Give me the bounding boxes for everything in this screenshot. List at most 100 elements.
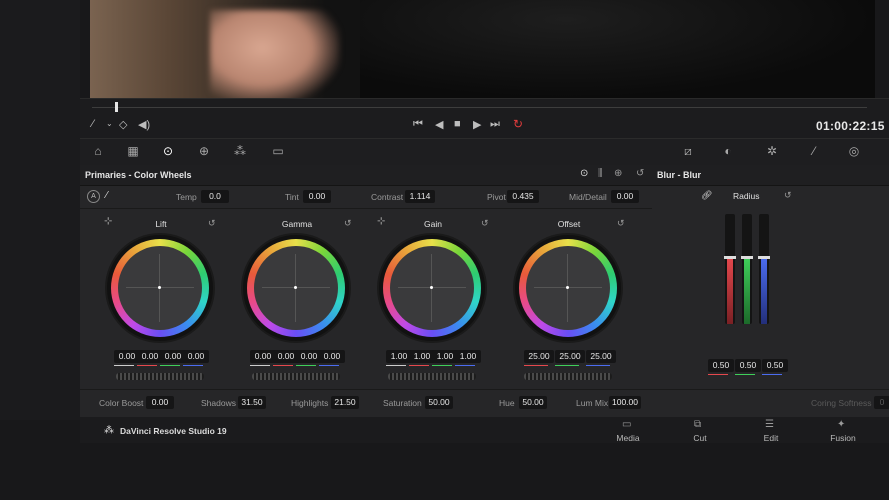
curves-icon[interactable]: ⧄ bbox=[680, 144, 696, 158]
hdr-wheels-icon[interactable]: ⊕ bbox=[196, 144, 212, 158]
volume-icon[interactable]: ◀) bbox=[138, 118, 150, 131]
color-boost-field[interactable]: 0.00 bbox=[146, 396, 174, 409]
blur-panel bbox=[652, 165, 889, 417]
color-match-icon[interactable]: ▦ bbox=[125, 144, 141, 158]
eyedropper-icon[interactable]: ⁄ bbox=[92, 118, 94, 130]
page-tab-media[interactable]: Media bbox=[608, 433, 648, 443]
playhead[interactable] bbox=[115, 102, 118, 112]
video-viewer[interactable] bbox=[90, 0, 875, 98]
reset-icon[interactable]: ↺ bbox=[208, 218, 216, 229]
media-page-icon[interactable]: ▭ bbox=[622, 419, 631, 430]
lift-blue-field[interactable]: 0.00 bbox=[183, 350, 209, 363]
shadows-label: Shadows bbox=[201, 398, 236, 408]
page-tab-edit[interactable]: Edit bbox=[751, 433, 791, 443]
chevron-down-icon[interactable]: ⌄ bbox=[106, 119, 113, 128]
color-wheels-icon[interactable]: ⊙ bbox=[160, 144, 176, 158]
crosshair-icon[interactable]: ⊹ bbox=[377, 216, 385, 227]
bars-mode-icon[interactable]: ⫼ bbox=[598, 168, 603, 179]
motion-effects-icon[interactable]: ▭ bbox=[270, 144, 286, 158]
lum-mix-field[interactable]: 100.00 bbox=[609, 396, 641, 409]
underline-green bbox=[432, 365, 452, 366]
rgb-mixer-icon[interactable]: ⁂ bbox=[232, 144, 248, 158]
loop-icon[interactable]: ↻ bbox=[513, 117, 523, 131]
reset-icon[interactable]: ↺ bbox=[481, 218, 489, 229]
reset-icon[interactable]: ↺ bbox=[784, 190, 792, 201]
underline-green bbox=[160, 365, 180, 366]
fusion-page-icon[interactable]: ✦ bbox=[837, 419, 845, 430]
stop-icon[interactable]: ■ bbox=[454, 118, 461, 130]
reverse-play-icon[interactable]: ◀ bbox=[435, 118, 443, 131]
picker-icon[interactable]: ⁄ bbox=[106, 190, 108, 201]
offset-blue-field[interactable]: 25.00 bbox=[586, 350, 616, 363]
shadows-field[interactable]: 31.50 bbox=[238, 396, 266, 409]
underline-blue bbox=[455, 365, 475, 366]
underline-red bbox=[273, 365, 293, 366]
temp-field[interactable]: 0.0 bbox=[201, 190, 229, 203]
davinci-logo-icon: ⁂ bbox=[104, 425, 114, 436]
offset-color-wheel[interactable] bbox=[515, 235, 621, 341]
hue-field[interactable]: 50.00 bbox=[519, 396, 547, 409]
lift-master-wheel[interactable] bbox=[116, 373, 204, 380]
page-tab-fusion[interactable]: Fusion bbox=[823, 433, 863, 443]
edit-page-icon[interactable]: ☰ bbox=[765, 419, 774, 430]
gain-color-wheel[interactable] bbox=[379, 235, 485, 341]
divider bbox=[652, 389, 889, 390]
offset-master-wheel[interactable] bbox=[524, 373, 612, 380]
offset-green-field[interactable]: 25.00 bbox=[555, 350, 585, 363]
left-strip bbox=[0, 0, 80, 420]
offset-red-field[interactable]: 25.00 bbox=[524, 350, 554, 363]
lift-wheel-title: Lift bbox=[155, 219, 167, 229]
tracker-icon[interactable]: ◎ bbox=[846, 144, 862, 158]
mid-detail-field[interactable]: 0.00 bbox=[611, 190, 639, 203]
reset-all-icon[interactable]: ↺ bbox=[636, 168, 644, 179]
link-icon[interactable]: 🔗︎ bbox=[701, 190, 712, 201]
coring-softness-field[interactable]: 0 bbox=[874, 396, 889, 409]
highlights-field[interactable]: 21.50 bbox=[331, 396, 359, 409]
qualifier-icon[interactable]: ✲ bbox=[764, 144, 780, 158]
wheels-mode-icon[interactable]: ⊙ bbox=[580, 168, 588, 179]
underline-master bbox=[386, 365, 406, 366]
tint-label: Tint bbox=[285, 192, 299, 202]
cut-page-icon[interactable]: ⧉ bbox=[694, 419, 701, 430]
radius-blue-slider[interactable] bbox=[758, 214, 770, 324]
pivot-field[interactable]: 0.435 bbox=[507, 190, 539, 203]
radius-green-field[interactable]: 0.50 bbox=[735, 359, 761, 372]
crosshair-icon[interactable]: ⊹ bbox=[104, 216, 112, 227]
gain-master-wheel[interactable] bbox=[388, 373, 476, 380]
offset-wheel-title: Offset bbox=[557, 219, 581, 229]
radius-green-slider[interactable] bbox=[741, 214, 753, 324]
color-boost-label: Color Boost bbox=[99, 398, 144, 408]
first-frame-icon[interactable]: ⏮ bbox=[413, 118, 423, 131]
reset-icon[interactable]: ↺ bbox=[344, 218, 352, 229]
log-mode-icon[interactable]: ⊕ bbox=[614, 168, 622, 179]
contrast-field[interactable]: 1.114 bbox=[405, 190, 435, 203]
tint-field[interactable]: 0.00 bbox=[303, 190, 331, 203]
play-icon[interactable]: ▶ bbox=[473, 118, 481, 131]
last-frame-icon[interactable]: ⏭ bbox=[490, 118, 500, 131]
color-warper-icon[interactable]: ◐ bbox=[720, 144, 736, 158]
window-icon[interactable]: ⁄ bbox=[806, 144, 822, 158]
gamma-blue-field[interactable]: 0.00 bbox=[319, 350, 345, 363]
gain-blue-field[interactable]: 1.00 bbox=[455, 350, 481, 363]
coring-softness-label: Coring Softness bbox=[811, 398, 872, 408]
camera-raw-icon[interactable]: ⌂ bbox=[90, 144, 106, 158]
reset-icon[interactable]: ↺ bbox=[617, 218, 625, 229]
underline-master bbox=[114, 365, 134, 366]
layers-icon[interactable]: ◇ bbox=[119, 118, 127, 131]
page-tab-cut[interactable]: Cut bbox=[680, 433, 720, 443]
primaries-title: Primaries - Color Wheels bbox=[85, 170, 192, 180]
gamma-master-wheel[interactable] bbox=[252, 373, 340, 380]
saturation-field[interactable]: 50.00 bbox=[425, 396, 453, 409]
underline-green bbox=[735, 374, 755, 375]
auto-balance-icon[interactable]: A bbox=[87, 190, 100, 203]
scrub-bar[interactable] bbox=[92, 107, 867, 108]
gamma-color-wheel[interactable] bbox=[243, 235, 349, 341]
underline-red bbox=[524, 365, 548, 366]
underline-blue bbox=[762, 374, 782, 375]
radius-blue-field[interactable]: 0.50 bbox=[762, 359, 788, 372]
lift-color-wheel[interactable] bbox=[107, 235, 213, 341]
underline-blue bbox=[183, 365, 203, 366]
radius-red-slider[interactable] bbox=[724, 214, 736, 324]
underline-master bbox=[250, 365, 270, 366]
radius-red-field[interactable]: 0.50 bbox=[708, 359, 734, 372]
